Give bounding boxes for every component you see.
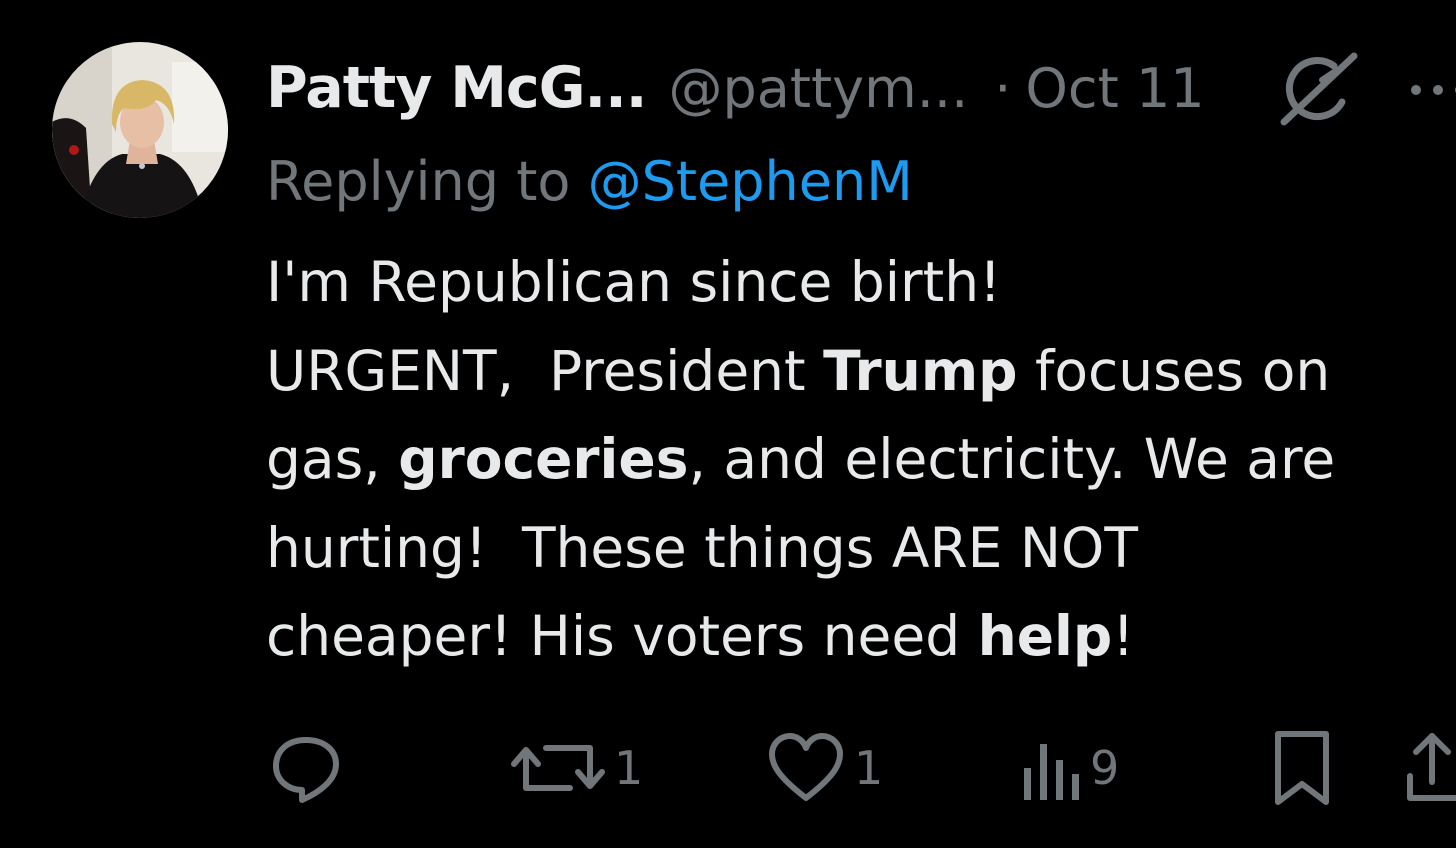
replying-to: Replying to @StephenM bbox=[266, 146, 913, 218]
author-handle[interactable]: @pattym... bbox=[668, 57, 968, 120]
views-count: 9 bbox=[1090, 741, 1120, 795]
bookmark-button[interactable] bbox=[1268, 728, 1336, 808]
tweet-header: Patty McG... @pattym... · Oct 11 bbox=[266, 50, 1205, 126]
tweet-line-5: cheaper! His voters need help! bbox=[266, 592, 1446, 681]
repost-count: 1 bbox=[614, 741, 644, 795]
tweet-text-segment: gas, bbox=[266, 427, 399, 491]
tweet-text-segment: URGENT, President bbox=[266, 338, 824, 403]
tweet-line-2: URGENT, President Trump focuses on bbox=[266, 327, 1446, 416]
author-display-name[interactable]: Patty McG... bbox=[266, 55, 647, 121]
views-bars-icon bbox=[1024, 744, 1079, 800]
tweet-text-segment: , and electricity. We are bbox=[688, 427, 1336, 491]
share-icon bbox=[1407, 733, 1456, 801]
more-dots-icon[interactable] bbox=[1408, 72, 1456, 108]
views-button[interactable]: 9 bbox=[1018, 728, 1119, 808]
share-button[interactable] bbox=[1404, 728, 1456, 808]
tweet-line-4: hurting! These things ARE NOT bbox=[266, 504, 1446, 593]
repost-button[interactable]: 1 bbox=[510, 728, 643, 808]
tweet-text-segment: focuses on bbox=[1017, 338, 1331, 403]
avatar-photo bbox=[52, 42, 228, 218]
tweet-text: I'm Republican since birth! URGENT, Pres… bbox=[266, 238, 1446, 681]
tweet-text-segment: hurting! These things ARE NOT bbox=[266, 515, 1138, 580]
bookmark-icon bbox=[1275, 731, 1329, 805]
tweet-line-3: gas, groceries, and electricity. We are bbox=[266, 415, 1446, 504]
reply-mention-link[interactable]: @StephenM bbox=[588, 150, 913, 213]
reply-bubble-icon bbox=[273, 737, 339, 803]
like-button[interactable]: 1 bbox=[766, 728, 883, 808]
header-separator: · bbox=[994, 56, 1012, 120]
tweet-bold-segment: help bbox=[977, 604, 1113, 668]
avatar[interactable] bbox=[52, 42, 228, 218]
grok-icon[interactable] bbox=[1276, 50, 1360, 128]
tweet-actions: 1 1 9 bbox=[0, 728, 1456, 808]
tweet-date[interactable]: Oct 11 bbox=[1025, 57, 1204, 120]
tweet-line-1: I'm Republican since birth! bbox=[266, 238, 1446, 327]
reply-button[interactable] bbox=[268, 728, 352, 808]
like-count: 1 bbox=[854, 741, 884, 795]
tweet-bold-segment: Trump bbox=[823, 338, 1018, 403]
repost-icon bbox=[511, 745, 605, 791]
tweet-text-segment: cheaper! His voters need bbox=[266, 604, 978, 668]
tweet-text-segment: ! bbox=[1112, 604, 1135, 668]
replying-to-label: Replying to bbox=[266, 150, 588, 213]
tweet-text-segment: I'm Republican since birth! bbox=[266, 250, 1002, 314]
heart-icon bbox=[769, 733, 843, 801]
tweet-bold-segment: groceries bbox=[398, 427, 689, 491]
